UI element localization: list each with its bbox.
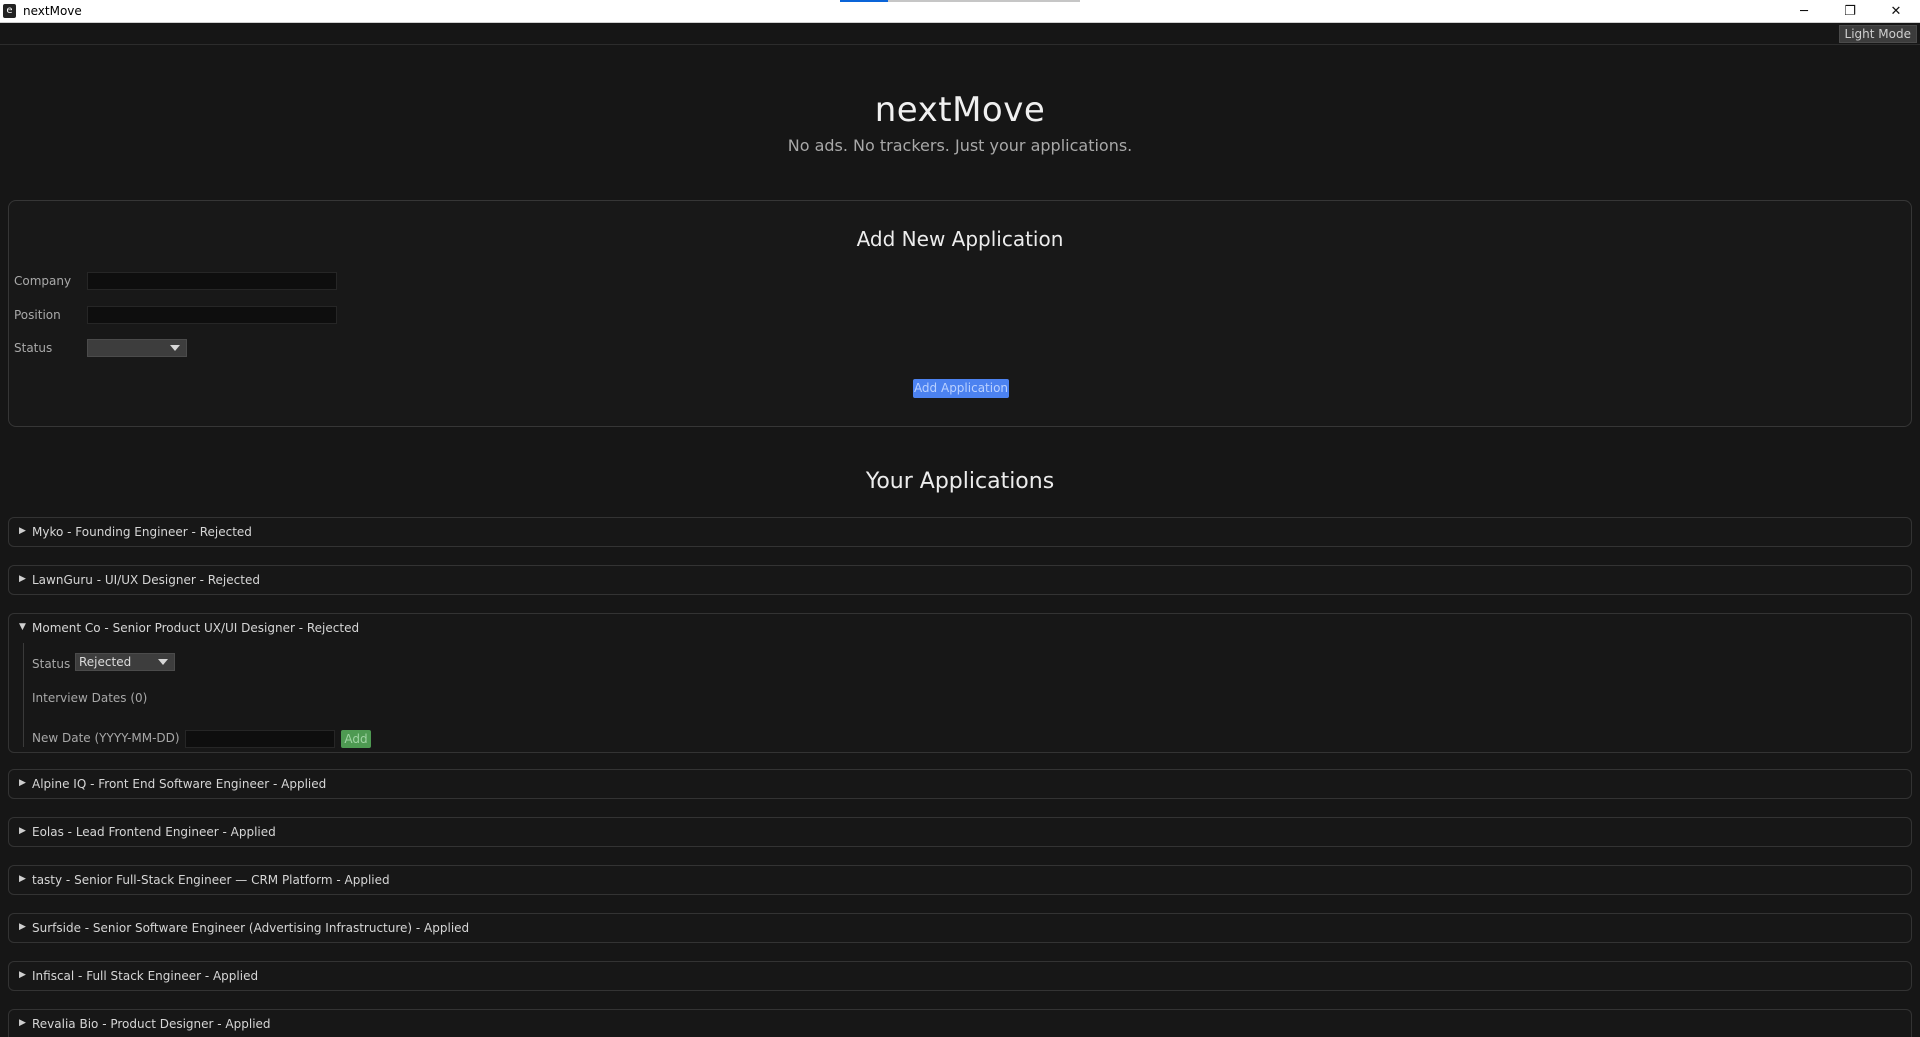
page-subtitle: No ads. No trackers. Just your applicati… — [787, 136, 1133, 155]
status-select[interactable] — [87, 339, 187, 357]
position-input[interactable] — [87, 306, 337, 324]
app-icon: e — [3, 4, 16, 18]
details-indent-line — [23, 643, 24, 747]
application-label: Revalia Bio - Product Designer - Applied — [32, 1017, 271, 1031]
application-label: Alpine IQ - Front End Software Engineer … — [32, 777, 327, 791]
application-label: Myko - Founding Engineer - Rejected — [32, 525, 252, 539]
company-label: Company — [14, 274, 72, 288]
application-status-label: Status — [32, 657, 71, 671]
application-label: Infiscal - Full Stack Engineer - Applied — [32, 969, 259, 983]
add-application-button[interactable]: Add Application — [913, 379, 1009, 398]
expand-arrow-icon: ▶ — [19, 874, 26, 884]
applications-title: Your Applications — [865, 469, 1055, 494]
position-label: Position — [14, 308, 61, 322]
application-item[interactable]: ▶ Infiscal - Full Stack Engineer - Appli… — [8, 961, 1912, 991]
window-title: nextMove — [23, 4, 82, 18]
interview-dates-label: Interview Dates (0) — [32, 691, 148, 705]
new-date-label: New Date (YYYY-MM-DD) — [32, 731, 180, 745]
page-title: nextMove — [874, 90, 1046, 130]
expand-arrow-icon: ▶ — [19, 1018, 26, 1028]
chevron-down-icon — [170, 345, 180, 351]
minimize-button[interactable]: ─ — [1781, 0, 1827, 22]
application-item[interactable]: ▶ Surfside - Senior Software Engineer (A… — [8, 913, 1912, 943]
application-item[interactable]: ▶ Eolas - Lead Frontend Engineer - Appli… — [8, 817, 1912, 847]
application-label: tasty - Senior Full-Stack Engineer — CRM… — [32, 873, 390, 887]
application-item[interactable]: ▶ tasty - Senior Full-Stack Engineer — C… — [8, 865, 1912, 895]
window-focus-track — [888, 0, 1080, 2]
application-item[interactable]: ▶ Revalia Bio - Product Designer - Appli… — [8, 1009, 1912, 1037]
collapse-arrow-icon: ▼ — [19, 622, 26, 632]
add-date-button[interactable]: Add — [341, 730, 371, 748]
expand-arrow-icon: ▶ — [19, 778, 26, 788]
window-title-bar: e nextMove ─ ❐ ✕ — [0, 0, 1920, 23]
application-status-select[interactable]: Rejected — [75, 653, 175, 671]
company-input[interactable] — [87, 272, 337, 290]
window-focus-indicator — [840, 0, 888, 2]
application-label: Surfside - Senior Software Engineer (Adv… — [32, 921, 470, 935]
expand-arrow-icon: ▶ — [19, 922, 26, 932]
new-date-input[interactable] — [185, 730, 335, 748]
chevron-down-icon — [158, 659, 168, 665]
expand-arrow-icon: ▶ — [19, 970, 26, 980]
application-item[interactable]: ▶ Myko - Founding Engineer - Rejected — [8, 517, 1912, 547]
top-toolbar: Light Mode — [0, 23, 1920, 45]
application-label: LawnGuru - UI/UX Designer - Rejected — [32, 573, 260, 587]
expand-arrow-icon: ▶ — [19, 574, 26, 584]
add-application-panel: Add New Application Company Position Sta… — [8, 200, 1912, 427]
status-label: Status — [14, 341, 53, 355]
application-label: Eolas - Lead Frontend Engineer - Applied — [32, 825, 276, 839]
light-mode-button[interactable]: Light Mode — [1838, 25, 1917, 43]
application-item[interactable]: ▶ LawnGuru - UI/UX Designer - Rejected — [8, 565, 1912, 595]
application-status-value: Rejected — [79, 655, 132, 669]
application-item[interactable]: ▶ Alpine IQ - Front End Software Enginee… — [8, 769, 1912, 799]
add-application-title: Add New Application — [856, 227, 1064, 251]
expand-arrow-icon: ▶ — [19, 826, 26, 836]
expand-arrow-icon: ▶ — [19, 526, 26, 536]
close-button[interactable]: ✕ — [1873, 0, 1919, 22]
application-label: Moment Co - Senior Product UX/UI Designe… — [32, 621, 360, 635]
maximize-button[interactable]: ❐ — [1827, 0, 1873, 22]
application-item-expanded[interactable]: ▼ Moment Co - Senior Product UX/UI Desig… — [8, 613, 1912, 753]
